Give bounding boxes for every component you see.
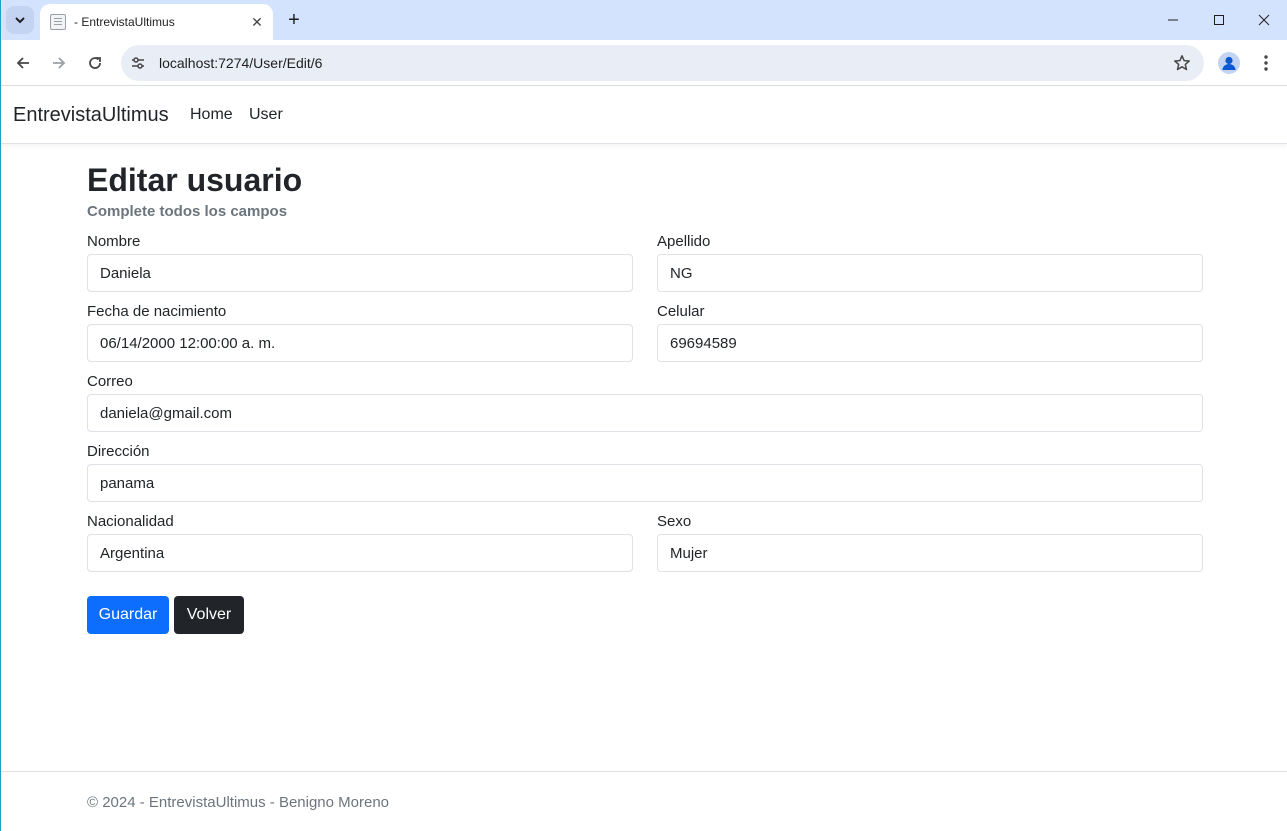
main-content: Editar usuario Complete todos los campos	[87, 160, 1203, 220]
fecha-nacimiento-input[interactable]	[87, 324, 633, 362]
address-bar[interactable]: localhost:7274/User/Edit/6	[121, 45, 1204, 81]
close-window-button[interactable]	[1241, 0, 1287, 40]
close-tab-icon[interactable]: ✕	[247, 12, 267, 32]
browser-tab[interactable]: - EntrevistaUltimus ✕	[40, 4, 273, 40]
field-group-sexo: Sexo	[657, 512, 1203, 572]
correo-input[interactable]	[87, 394, 1203, 432]
minimize-icon	[1168, 19, 1178, 21]
nav-link-user[interactable]: User	[249, 106, 283, 124]
nav-link-home[interactable]: Home	[190, 106, 233, 124]
direccion-label: Dirección	[87, 443, 150, 460]
tab-title: - EntrevistaUltimus	[74, 15, 175, 29]
volver-button[interactable]: Volver	[174, 596, 244, 634]
nacionalidad-input[interactable]	[87, 534, 633, 572]
sexo-input[interactable]	[657, 534, 1203, 572]
celular-label: Celular	[657, 303, 705, 320]
profile-avatar-icon[interactable]	[1218, 52, 1240, 74]
field-group-nombre: Nombre	[87, 232, 633, 292]
nombre-label: Nombre	[87, 233, 141, 250]
url-text: localhost:7274/User/Edit/6	[159, 55, 323, 71]
field-group-celular: Celular	[657, 302, 1203, 362]
direccion-input[interactable]	[87, 464, 1203, 502]
celular-input[interactable]	[657, 324, 1203, 362]
site-settings-icon[interactable]	[125, 50, 151, 76]
chevron-down-icon	[15, 17, 25, 24]
fecha-label: Fecha de nacimiento	[87, 303, 227, 320]
back-button[interactable]	[7, 47, 39, 79]
field-group-fecha: Fecha de nacimiento	[87, 302, 633, 362]
page-icon	[50, 14, 66, 30]
page-footer: © 2024 - EntrevistaUltimus - Benigno Mor…	[0, 771, 1287, 831]
navbar-brand[interactable]: EntrevistaUltimus	[13, 104, 169, 127]
reload-icon	[89, 57, 101, 69]
maximize-button[interactable]	[1196, 0, 1242, 40]
forward-button[interactable]	[43, 47, 75, 79]
bookmark-star-icon[interactable]	[1166, 47, 1198, 79]
apellido-input[interactable]	[657, 254, 1203, 292]
app-navbar: EntrevistaUltimus Home User	[0, 87, 1287, 144]
arrow-right-icon	[53, 57, 66, 69]
apellido-label: Apellido	[657, 233, 711, 250]
page-subtitle: Complete todos los campos	[87, 203, 288, 220]
sexo-label: Sexo	[657, 513, 692, 530]
new-tab-button[interactable]: +	[282, 8, 306, 32]
arrow-left-icon	[16, 57, 29, 69]
footer-copyright: © 2024 - EntrevistaUltimus - Benigno Mor…	[87, 794, 390, 811]
nombre-input[interactable]	[87, 254, 633, 292]
browser-tabstrip: - EntrevistaUltimus ✕ +	[0, 0, 1287, 40]
close-icon	[1258, 14, 1270, 26]
page-title: Editar usuario	[87, 162, 303, 198]
field-group-correo: Correo	[87, 372, 1203, 432]
reload-button[interactable]	[79, 47, 111, 79]
field-group-apellido: Apellido	[657, 232, 1203, 292]
field-group-nacionalidad: Nacionalidad	[87, 512, 633, 572]
maximize-icon	[1214, 15, 1224, 25]
tab-search-button[interactable]	[6, 6, 34, 34]
guardar-button[interactable]: Guardar	[87, 596, 169, 634]
minimize-button[interactable]	[1150, 0, 1196, 40]
correo-label: Correo	[87, 373, 133, 390]
window-border	[0, 0, 1, 831]
field-group-direccion: Dirección	[87, 442, 1203, 502]
browser-toolbar: localhost:7274/User/Edit/6	[0, 40, 1287, 86]
nacionalidad-label: Nacionalidad	[87, 513, 174, 530]
browser-menu-icon[interactable]	[1255, 50, 1277, 76]
